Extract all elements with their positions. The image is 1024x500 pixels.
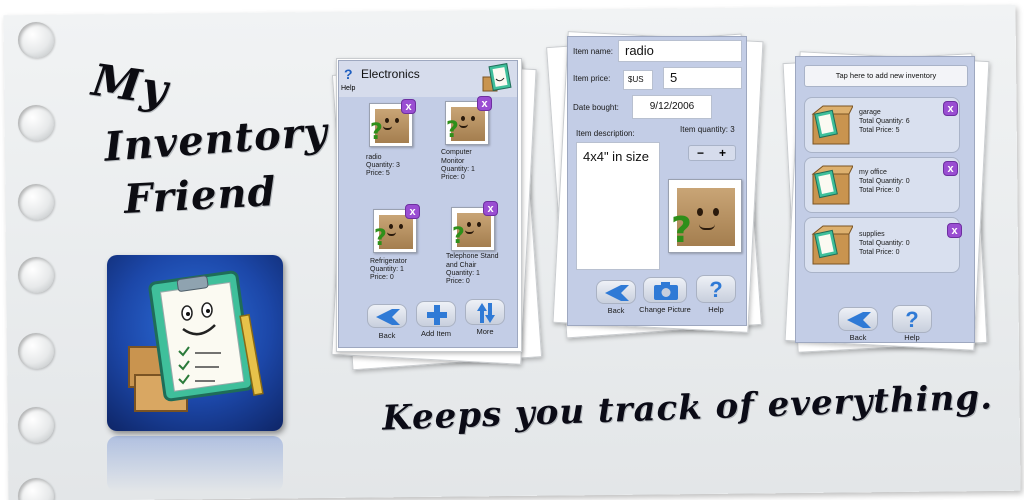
inventory-name: supplies <box>859 231 885 238</box>
help-label[interactable]: Help <box>892 333 932 342</box>
clipboard-box-mascot-icon <box>128 270 264 412</box>
app-icon <box>107 255 283 431</box>
back-button[interactable] <box>596 280 636 304</box>
add-item-label[interactable]: Add Item <box>411 329 461 338</box>
inventory-total-price: Total Price: 0 <box>859 249 900 256</box>
more-label[interactable]: More <box>465 327 505 336</box>
inventory-row[interactable]: my office Total Quantity: 0 Total Price:… <box>804 157 960 213</box>
inventory-name: my office <box>859 169 887 176</box>
back-arrow-icon <box>376 309 400 325</box>
item-price-label: Item price: <box>573 74 611 83</box>
item-detail-screen: Item name: radio Item price: $US 5 Date … <box>567 36 747 326</box>
inventory-box-icon <box>811 105 853 145</box>
help-icon[interactable]: ? <box>344 66 353 82</box>
binder-ring <box>18 407 54 443</box>
item-price: Price: 5 <box>366 170 390 177</box>
change-picture-label[interactable]: Change Picture <box>636 305 694 314</box>
category-title: Electronics <box>361 67 420 81</box>
item-quantity-label: Item quantity: 3 <box>680 125 735 134</box>
inventory-total-quantity: Total Quantity: 0 <box>859 240 910 247</box>
item-price: Price: 0 <box>446 278 470 285</box>
item-name-input[interactable]: radio <box>618 40 742 62</box>
date-bought-label: Date bought: <box>573 103 619 112</box>
help-icon: ? <box>905 307 919 332</box>
item-description-input[interactable]: 4x4" in size <box>576 142 660 270</box>
back-arrow-icon <box>605 285 629 301</box>
binder-ring <box>18 105 54 141</box>
item-name: Computer Monitor <box>441 149 472 165</box>
inventory-total-price: Total Price: 5 <box>859 127 900 134</box>
back-arrow-icon <box>847 312 871 328</box>
help-button[interactable]: ? <box>892 305 932 333</box>
item-picture[interactable]: ? <box>668 179 742 253</box>
stepper-plus-button[interactable]: + <box>719 146 726 161</box>
item-price: Price: 0 <box>441 174 465 181</box>
delete-item-button[interactable]: x <box>477 96 492 111</box>
inventory-name: garage <box>859 109 881 116</box>
electronics-screen: ? Help Electronics ? x radio Quantity: 3… <box>338 60 518 348</box>
binder-ring <box>18 22 54 58</box>
help-button[interactable]: ? <box>696 275 736 303</box>
stepper-minus-button[interactable]: − <box>697 146 704 161</box>
inventory-box-icon <box>811 225 853 265</box>
delete-inventory-button[interactable]: x <box>943 161 958 176</box>
mascot-logo-icon <box>482 63 512 92</box>
delete-inventory-button[interactable]: x <box>947 223 962 238</box>
item-price-input[interactable]: 5 <box>663 67 742 89</box>
delete-inventory-button[interactable]: x <box>943 101 958 116</box>
delete-item-button[interactable]: x <box>483 201 498 216</box>
more-button[interactable] <box>465 299 505 325</box>
binder-ring <box>18 333 54 369</box>
date-bought-input[interactable]: 9/12/2006 <box>632 95 712 119</box>
item-price: Price: 0 <box>370 274 394 281</box>
plus-icon <box>427 305 447 325</box>
back-label[interactable]: Back <box>596 306 636 315</box>
inventory-total-quantity: Total Quantity: 6 <box>859 118 910 125</box>
item-description-label: Item description: <box>576 129 635 138</box>
binder-ring <box>18 257 54 293</box>
binder-ring <box>18 184 54 220</box>
help-label[interactable]: Help <box>696 305 736 314</box>
delete-item-button[interactable]: x <box>405 204 420 219</box>
inventories-screen: Tap here to add new inventory garage Tot… <box>795 56 975 343</box>
delete-item-button[interactable]: x <box>401 99 416 114</box>
title-line-3: Friend <box>122 168 278 223</box>
sort-arrows-icon <box>477 303 495 323</box>
item-name: Telephone Stand and Chair <box>446 253 499 269</box>
quantity-stepper: − + <box>688 145 736 161</box>
inventory-box-icon <box>811 165 853 205</box>
camera-icon <box>654 282 678 300</box>
back-button[interactable] <box>838 307 878 331</box>
back-label[interactable]: Back <box>838 333 878 342</box>
inventory-total-price: Total Price: 0 <box>859 187 900 194</box>
app-icon-reflection <box>107 436 283 492</box>
title-line-1: My <box>88 54 172 117</box>
help-icon: ? <box>709 277 723 302</box>
change-picture-button[interactable] <box>643 277 687 303</box>
currency-field[interactable]: $US <box>623 70 653 90</box>
inventory-row[interactable]: garage Total Quantity: 6 Total Price: 5 … <box>804 97 960 153</box>
back-label[interactable]: Back <box>367 331 407 340</box>
add-item-button[interactable] <box>416 301 456 327</box>
inventory-row[interactable]: supplies Total Quantity: 0 Total Price: … <box>804 217 962 273</box>
add-inventory-button[interactable]: Tap here to add new inventory <box>804 65 968 87</box>
item-name-label: Item name: <box>573 47 614 56</box>
back-button[interactable] <box>367 304 407 328</box>
help-label[interactable]: Help <box>341 85 355 92</box>
inventory-total-quantity: Total Quantity: 0 <box>859 178 910 185</box>
